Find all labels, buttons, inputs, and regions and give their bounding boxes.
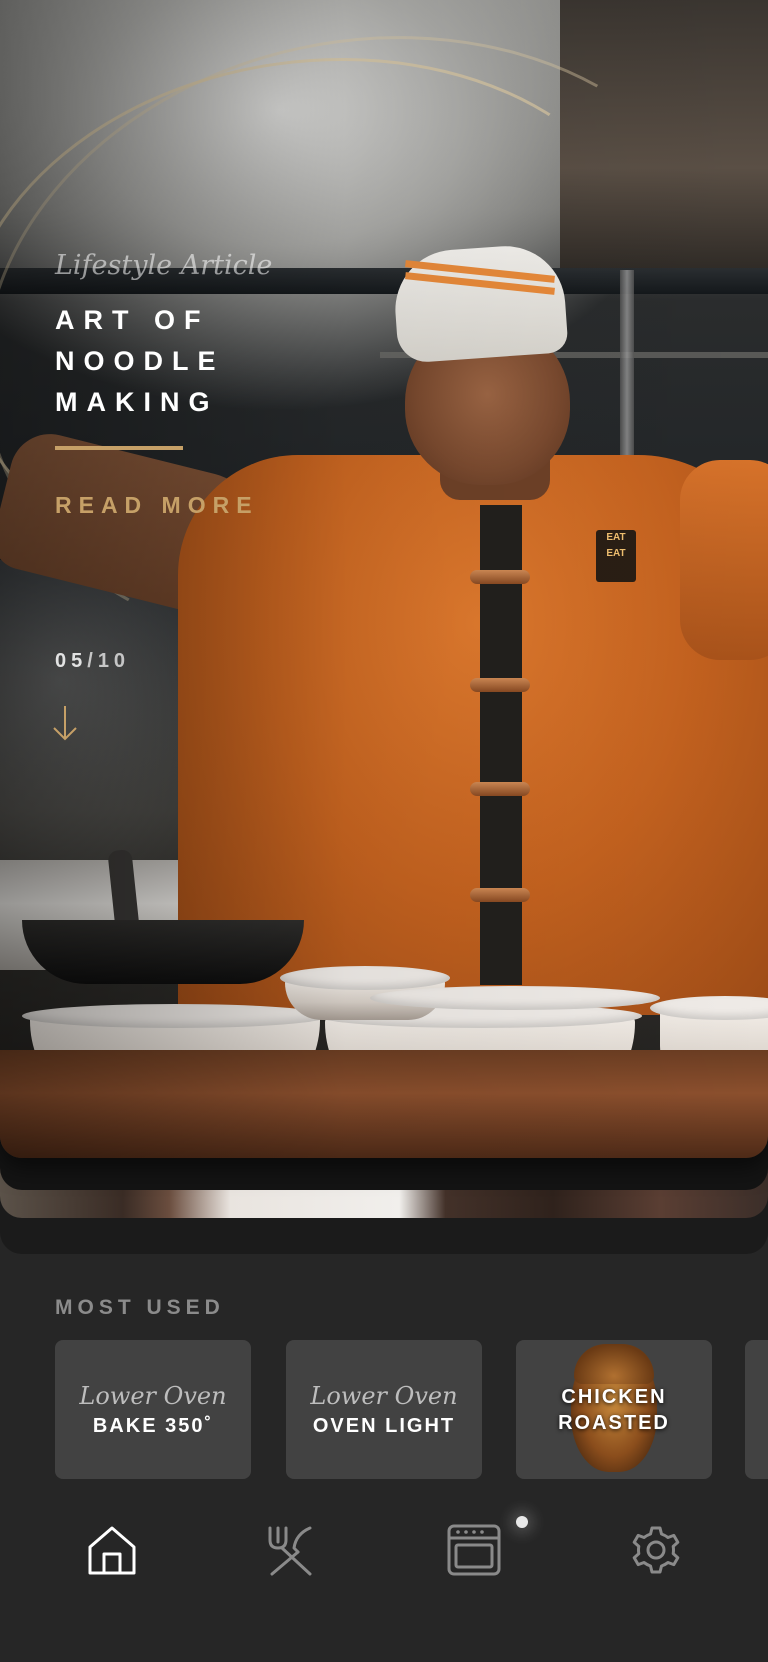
arrow-down-icon[interactable] bbox=[52, 704, 78, 742]
article-pager: 05/10 bbox=[55, 650, 130, 673]
tile-title: OVEN LIGHT bbox=[312, 1414, 456, 1437]
article-category: Lifestyle Article bbox=[55, 250, 273, 281]
tile-title: CHICKEN ROASTED bbox=[558, 1384, 670, 1436]
tile-title-line: ROASTED bbox=[558, 1411, 670, 1434]
article-title: ART OF NOODLE MAKING bbox=[55, 300, 395, 423]
nav-oven[interactable] bbox=[444, 1520, 504, 1580]
gear-icon bbox=[632, 1526, 680, 1574]
most-used-tile-bake[interactable]: Lower Oven BAKE 350˚ bbox=[55, 1340, 251, 1479]
read-more-link[interactable]: READ MORE bbox=[55, 492, 259, 519]
nav-settings[interactable] bbox=[626, 1520, 686, 1580]
hero-article-card[interactable]: EATEAT Lifestyle Article ART OF NOODLE M… bbox=[0, 0, 768, 1158]
notification-dot bbox=[516, 1516, 528, 1528]
pager-separator: / bbox=[87, 650, 98, 672]
pager-total: 10 bbox=[97, 650, 131, 672]
utensils-icon bbox=[268, 1526, 312, 1576]
home-icon bbox=[88, 1526, 136, 1575]
most-used-tile-partial[interactable] bbox=[745, 1340, 768, 1479]
most-used-heading: MOST USED bbox=[55, 1296, 225, 1319]
article-title-line: NOODLE bbox=[55, 346, 225, 376]
article-title-line: MAKING bbox=[55, 387, 219, 417]
most-used-tile-chicken[interactable]: CHICKEN ROASTED bbox=[516, 1340, 712, 1479]
tile-subtitle: Lower Oven bbox=[310, 1381, 458, 1410]
nav-home[interactable] bbox=[82, 1520, 142, 1580]
tile-title: BAKE 350˚ bbox=[92, 1414, 214, 1437]
nav-recipes[interactable] bbox=[260, 1520, 320, 1580]
oven-icon bbox=[447, 1524, 501, 1576]
tile-subtitle: Lower Oven bbox=[79, 1381, 227, 1410]
article-title-line: ART OF bbox=[55, 305, 210, 335]
pager-current: 05 bbox=[55, 650, 88, 672]
most-used-tile-oven-light[interactable]: Lower Oven OVEN LIGHT bbox=[286, 1340, 482, 1479]
title-divider bbox=[55, 446, 183, 450]
tile-title-line: CHICKEN bbox=[561, 1385, 667, 1408]
